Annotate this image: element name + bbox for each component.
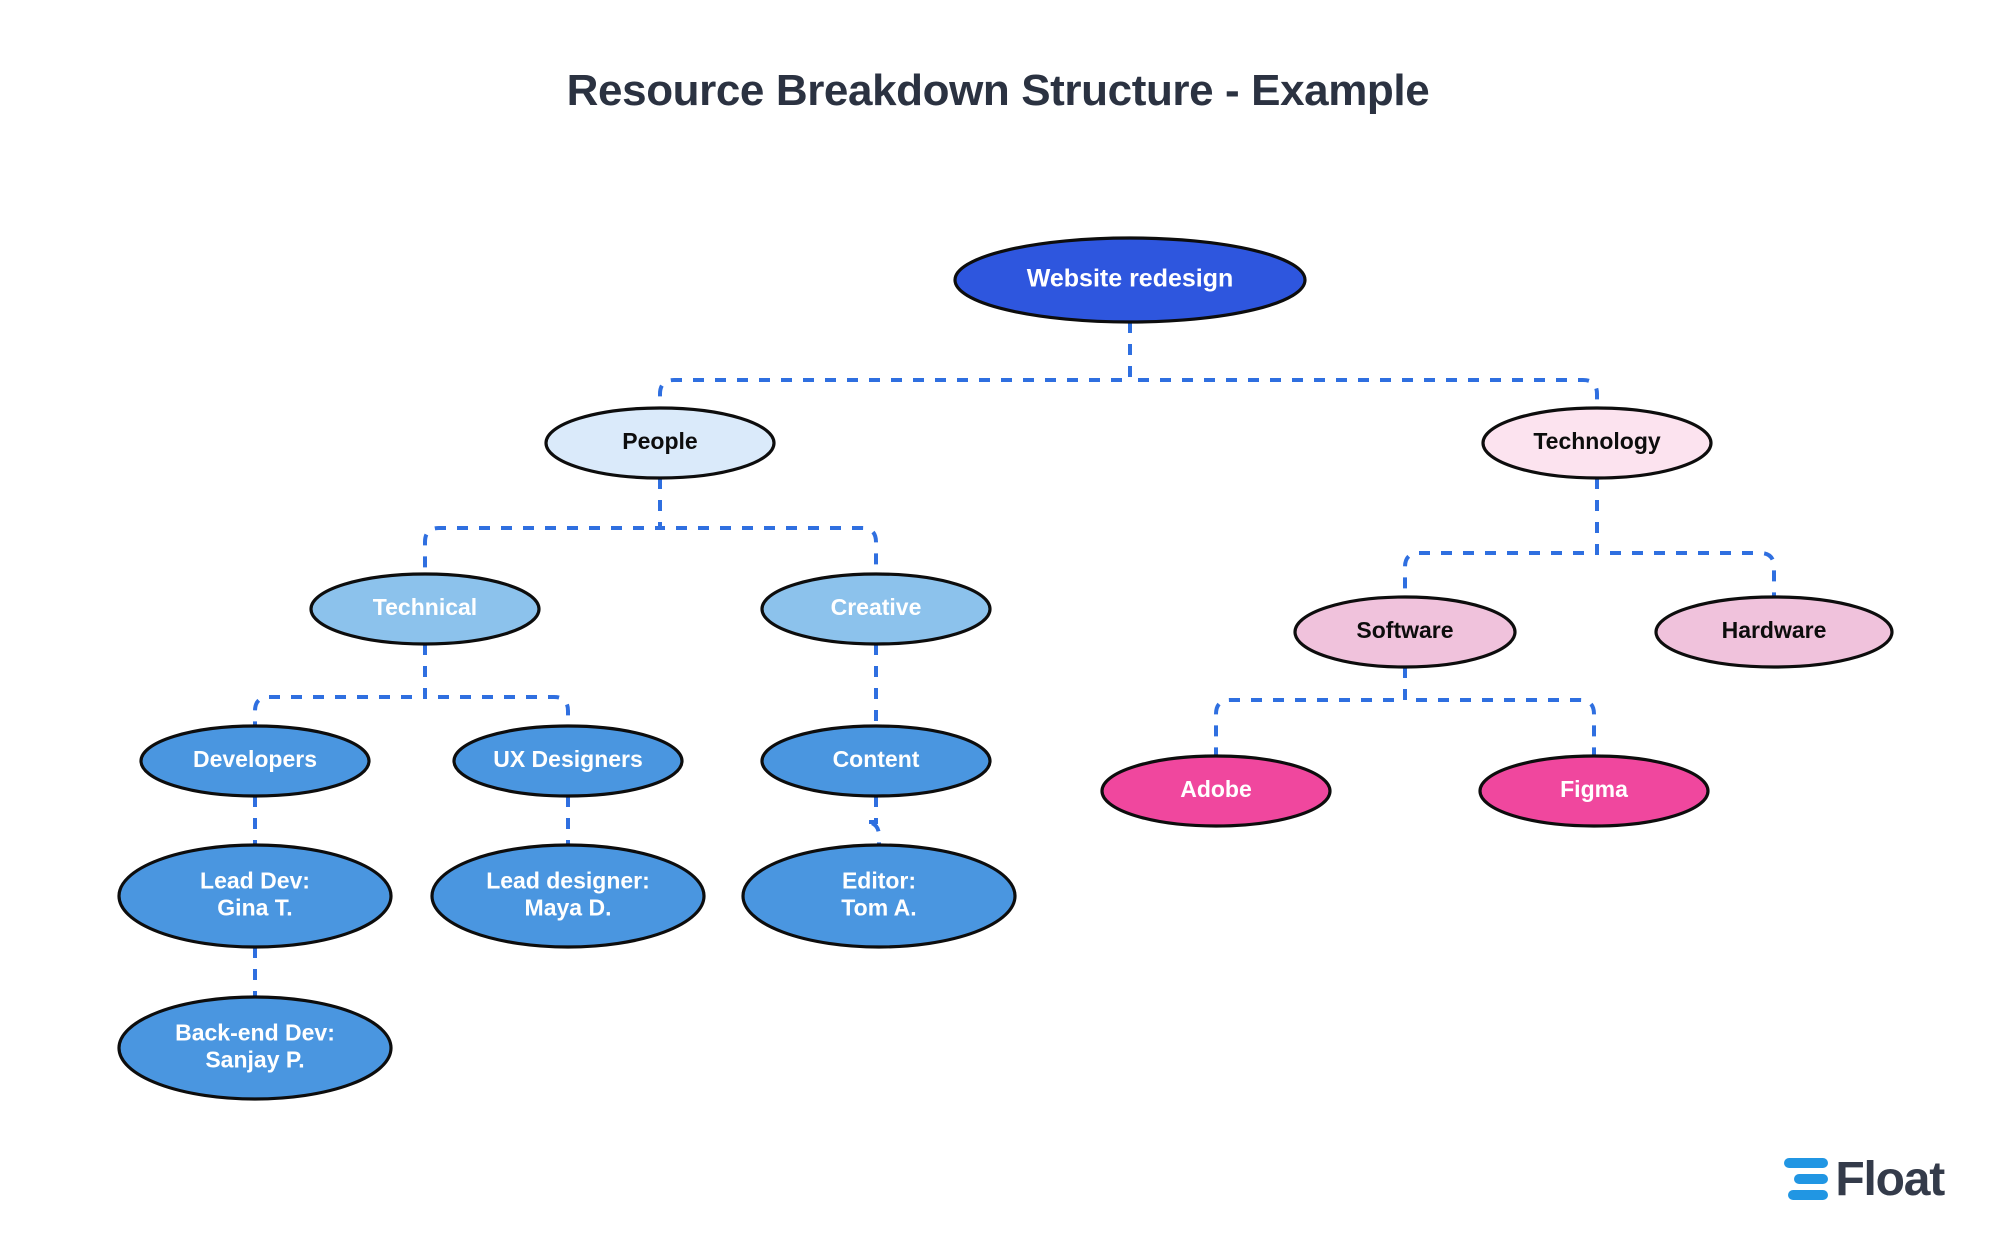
node-label-developers: Developers (193, 746, 317, 772)
node-backend-dev[interactable]: Back-end Dev:Sanjay P. (117, 995, 393, 1101)
logo-bar-top (1784, 1158, 1829, 1168)
connector-root-technology (1128, 322, 1599, 408)
node-lead-dev[interactable]: Lead Dev:Gina T. (117, 843, 393, 949)
node-label-lead-designer-line2: Maya D. (525, 895, 612, 921)
node-label-lead-dev-line1: Lead Dev: (200, 868, 310, 894)
connector-people-creative (658, 478, 878, 574)
node-developers[interactable]: Developers (139, 724, 371, 798)
float-wordmark: Float (1835, 1153, 1945, 1206)
logo-bar-bottom (1788, 1190, 1829, 1200)
node-label-content: Content (833, 746, 920, 772)
node-technology[interactable]: Technology (1481, 406, 1713, 480)
node-hardware[interactable]: Hardware (1654, 595, 1894, 669)
float-logo: Float (1784, 1153, 1945, 1206)
node-label-lead-designer-line1: Lead designer: (486, 868, 650, 894)
node-label-editor-line1: Editor: (842, 868, 916, 894)
node-creative[interactable]: Creative (760, 572, 992, 646)
connector-technology-hardware (1595, 478, 1776, 597)
connector-technical-developers (253, 644, 427, 726)
node-label-people: People (622, 428, 697, 454)
node-content[interactable]: Content (760, 724, 992, 798)
logo-bar-middle (1794, 1174, 1829, 1184)
node-software[interactable]: Software (1293, 595, 1517, 669)
float-bars-icon (1784, 1158, 1829, 1202)
node-label-adobe: Adobe (1180, 776, 1252, 802)
node-label-backend-dev-line1: Back-end Dev: (175, 1020, 335, 1046)
node-people[interactable]: People (544, 406, 776, 480)
node-layer: Website redesign People Technology Technica… (117, 236, 1894, 1101)
node-label-figma: Figma (1560, 776, 1628, 802)
node-label-root: Website redesign (1027, 265, 1234, 293)
connector-root-people (658, 322, 1132, 408)
node-label-hardware: Hardware (1722, 617, 1827, 643)
node-label-lead-dev-line2: Gina T. (217, 895, 292, 921)
node-label-software: Software (1356, 617, 1453, 643)
node-lead-designer[interactable]: Lead designer:Maya D. (430, 843, 706, 949)
node-label-editor-line2: Tom A. (841, 895, 916, 921)
connector-software-figma (1403, 667, 1596, 756)
node-root[interactable]: Website redesign (953, 236, 1307, 324)
node-figma[interactable]: Figma (1478, 754, 1710, 828)
connector-software-adobe (1214, 667, 1407, 756)
node-label-backend-dev-line2: Sanjay P. (205, 1047, 304, 1073)
node-label-ux-designers: UX Designers (493, 746, 643, 772)
connector-content-editor (864, 796, 881, 845)
node-ux-designers[interactable]: UX Designers (452, 724, 684, 798)
node-technical[interactable]: Technical (309, 572, 541, 646)
connector-people-technical (423, 478, 662, 574)
resource-breakdown-diagram: Website redesign People Technology Technica… (117, 236, 1894, 1101)
node-adobe[interactable]: Adobe (1100, 754, 1332, 828)
node-label-technology: Technology (1533, 428, 1661, 454)
connector-technical-ux (423, 644, 570, 726)
node-label-technical: Technical (373, 594, 477, 620)
node-label-creative: Creative (831, 594, 922, 620)
connector-technology-software (1403, 478, 1599, 597)
node-editor[interactable]: Editor:Tom A. (741, 843, 1017, 949)
